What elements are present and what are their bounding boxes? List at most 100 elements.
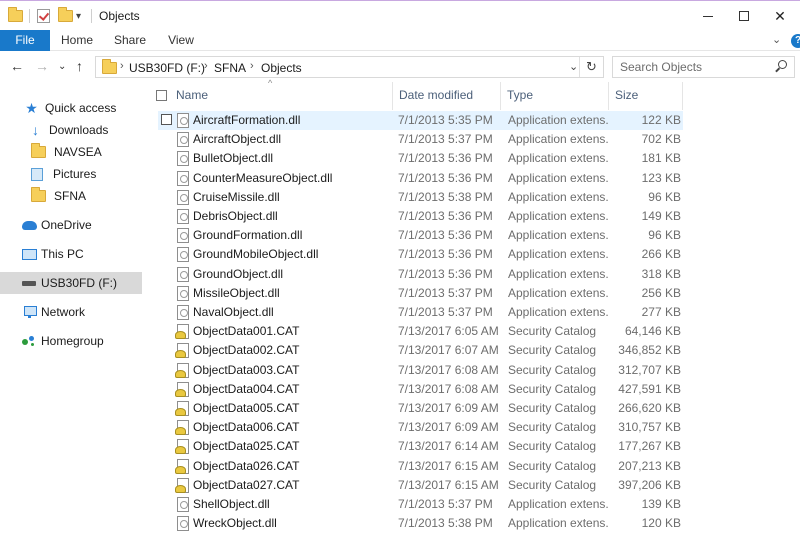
close-button[interactable]: ✕ xyxy=(762,1,798,31)
file-row[interactable]: CruiseMissile.dll 7/1/2013 5:38 PM Applica… xyxy=(158,188,683,207)
file-name: ObjectData001.CAT xyxy=(193,324,300,339)
file-date-modified: 7/13/2017 6:05 AM xyxy=(398,324,499,339)
column-header-date[interactable]: Date modified xyxy=(393,82,501,110)
file-row[interactable]: CounterMeasureObject.dll 7/1/2013 5:36 PM… xyxy=(158,169,683,188)
file-row[interactable]: WreckObject.dll 7/1/2013 5:38 PM Applicati… xyxy=(158,514,683,533)
file-type: Application extens... xyxy=(508,228,608,243)
homegroup-icon xyxy=(22,335,37,347)
breadcrumb-sfna[interactable]: SFNA xyxy=(214,61,246,75)
file-row[interactable]: ObjectData004.CAT 7/13/2017 6:08 AM Securi… xyxy=(158,380,683,399)
tab-share[interactable]: Share xyxy=(108,30,152,51)
column-header-name[interactable]: Name xyxy=(170,82,393,110)
file-name: NavalObject.dll xyxy=(193,305,274,319)
file-name: ObjectData025.CAT xyxy=(193,439,300,454)
title-bar: ▾ Objects ✕ xyxy=(0,0,800,30)
file-size: 177,267 KB xyxy=(618,439,681,454)
new-folder-icon[interactable] xyxy=(58,7,73,25)
expand-ribbon-icon[interactable]: ⌄ xyxy=(772,33,781,46)
nav-downloads[interactable]: ↓ Downloads xyxy=(0,119,142,141)
file-row[interactable]: ObjectData002.CAT 7/13/2017 6:07 AM Securi… xyxy=(158,341,683,360)
file-row[interactable]: ShellObject.dll 7/1/2013 5:37 PM Applicati… xyxy=(158,495,683,514)
file-date-modified: 7/1/2013 5:37 PM xyxy=(398,285,493,300)
file-row[interactable]: AircraftFormation.dll 7/1/2013 5:35 PM App… xyxy=(158,111,683,130)
file-row[interactable]: ObjectData006.CAT 7/13/2017 6:09 AM Securi… xyxy=(158,418,683,437)
window-title: Objects xyxy=(99,9,140,23)
tab-view[interactable]: View xyxy=(160,30,202,51)
nav-pictures[interactable]: Pictures xyxy=(0,163,142,185)
pictures-icon xyxy=(31,167,43,181)
file-size: 266,620 KB xyxy=(618,401,681,415)
file-row[interactable]: DebrisObject.dll 7/1/2013 5:36 PM Applicat… xyxy=(158,207,683,226)
nav-label: This PC xyxy=(41,247,84,261)
tab-file[interactable]: File xyxy=(0,30,50,51)
column-header-size[interactable]: Size xyxy=(609,82,683,110)
nav-this-pc[interactable]: This PC xyxy=(0,243,142,265)
nav-onedrive[interactable]: OneDrive xyxy=(0,214,142,236)
file-row[interactable]: ObjectData001.CAT 7/13/2017 6:05 AM Securi… xyxy=(158,322,683,341)
file-row[interactable]: MissileObject.dll 7/1/2013 5:37 PM Applica… xyxy=(158,284,683,303)
breadcrumb-drive[interactable]: USB30FD (F:) xyxy=(129,61,205,75)
chevron-right-icon[interactable]: › xyxy=(204,60,208,72)
file-row[interactable]: BulletObject.dll 7/1/2013 5:36 PM Applicat… xyxy=(158,149,683,168)
forward-arrow-icon[interactable]: → xyxy=(35,58,49,74)
file-name: ObjectData006.CAT xyxy=(193,420,300,435)
chevron-right-icon[interactable]: › xyxy=(250,60,254,72)
nav-sfna[interactable]: SFNA xyxy=(0,185,142,207)
row-checkbox[interactable] xyxy=(161,114,172,125)
nav-navsea[interactable]: NAVSEA xyxy=(0,141,142,163)
minimize-button[interactable] xyxy=(690,1,726,31)
file-row[interactable]: GroundFormation.dll 7/1/2013 5:36 PM Appli… xyxy=(158,226,683,245)
folder-icon[interactable] xyxy=(8,7,23,25)
file-type: Application extens... xyxy=(508,247,608,262)
file-row[interactable]: GroundObject.dll 7/1/2013 5:36 PM Applicat… xyxy=(158,265,683,284)
navigation-pane: ★ Quick access ↓ Downloads NAVSEA Pictur… xyxy=(0,82,142,550)
file-type: Security Catalog xyxy=(508,362,597,377)
file-row[interactable]: GroundMobileObject.dll 7/1/2013 5:36 PM Ap… xyxy=(158,245,683,264)
file-row[interactable]: ObjectData005.CAT 7/13/2017 6:09 AM Securi… xyxy=(158,399,683,418)
file-row[interactable]: NavalObject.dll 7/1/2013 5:37 PM Applicati… xyxy=(158,303,683,322)
file-name: GroundObject.dll xyxy=(193,266,284,281)
security-catalog-icon xyxy=(175,381,189,397)
dll-file-icon xyxy=(177,151,189,167)
file-size: 139 KB xyxy=(641,497,681,511)
file-row[interactable]: ObjectData025.CAT 7/13/2017 6:14 AM Securi… xyxy=(158,437,683,456)
nav-label: Pictures xyxy=(53,167,97,181)
properties-icon[interactable] xyxy=(37,7,50,25)
up-arrow-icon[interactable]: ↑ xyxy=(76,58,83,74)
refresh-icon[interactable]: ↻ xyxy=(579,57,603,77)
nav-label: Quick access xyxy=(45,101,117,115)
file-size: 256 KB xyxy=(641,285,681,300)
select-all-checkbox[interactable] xyxy=(156,90,167,101)
nav-homegroup[interactable]: Homegroup xyxy=(0,330,142,352)
tab-home[interactable]: Home xyxy=(55,30,99,51)
search-box[interactable] xyxy=(612,56,795,78)
file-row[interactable]: ObjectData003.CAT 7/13/2017 6:08 AM Securi… xyxy=(158,361,683,380)
customize-toolbar-icon[interactable]: ▾ xyxy=(76,7,81,25)
back-arrow-icon[interactable]: ← xyxy=(10,58,24,74)
file-name: CruiseMissile.dll xyxy=(193,189,280,204)
file-row[interactable]: ObjectData027.CAT 7/13/2017 6:15 AM Securi… xyxy=(158,476,683,495)
help-icon[interactable]: ? xyxy=(791,34,800,48)
file-type: Security Catalog xyxy=(508,420,597,435)
chevron-down-icon[interactable]: ⌄ xyxy=(569,60,578,73)
file-name: MissileObject.dll xyxy=(193,285,280,300)
file-size: 318 KB xyxy=(641,266,681,281)
recent-locations-icon[interactable]: ⌄ xyxy=(58,61,66,72)
maximize-button[interactable] xyxy=(726,1,762,31)
nav-label: NAVSEA xyxy=(54,145,102,159)
address-bar[interactable]: › USB30FD (F:) › SFNA › Objects ⌄ ↻ xyxy=(95,56,604,78)
search-icon[interactable] xyxy=(778,60,787,69)
nav-label: Homegroup xyxy=(41,334,104,348)
file-type: Application extens... xyxy=(508,113,608,127)
breadcrumb-objects[interactable]: Objects xyxy=(261,61,302,75)
nav-network[interactable]: Network xyxy=(0,301,142,323)
file-row[interactable]: ObjectData026.CAT 7/13/2017 6:15 AM Securi… xyxy=(158,457,683,476)
chevron-right-icon[interactable]: › xyxy=(120,60,124,72)
file-date-modified: 7/13/2017 6:14 AM xyxy=(398,439,499,454)
nav-usb-drive[interactable]: USB30FD (F:) xyxy=(0,272,142,294)
file-date-modified: 7/13/2017 6:09 AM xyxy=(398,420,499,435)
column-header-type[interactable]: Type xyxy=(501,82,609,110)
file-row[interactable]: AircraftObject.dll 7/1/2013 5:37 PM Applic… xyxy=(158,130,683,149)
search-input[interactable] xyxy=(613,57,773,77)
nav-quick-access[interactable]: ★ Quick access xyxy=(0,97,142,119)
